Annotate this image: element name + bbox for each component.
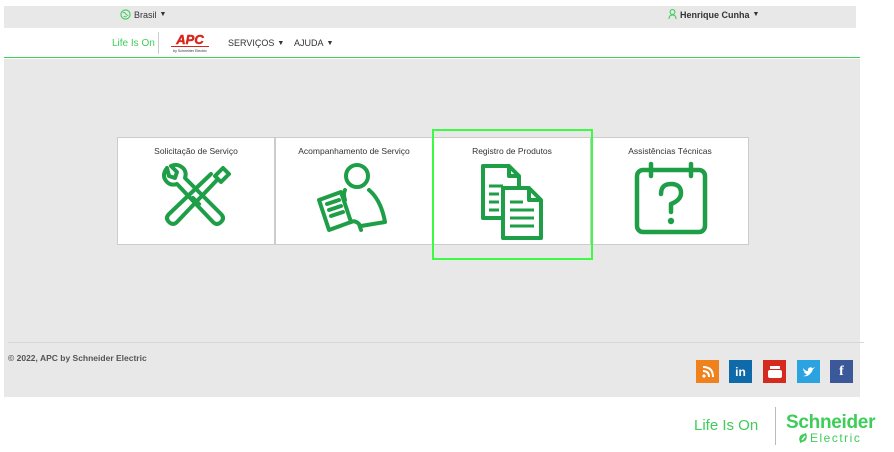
chevron-down-icon: ▼ bbox=[326, 39, 334, 47]
nav-help[interactable]: AJUDA ▼ bbox=[294, 38, 333, 48]
copyright-text: © 2022, APC by Schneider Electric bbox=[8, 353, 147, 363]
globe-icon bbox=[120, 9, 131, 20]
main-content: Solicitação de Serviço Acompanhamento de… bbox=[4, 59, 864, 397]
schneider-logo[interactable]: Life Is On Schneider Electric bbox=[690, 405, 890, 447]
chevron-down-icon: ▼ bbox=[752, 11, 760, 18]
apc-logo[interactable]: APC by Schneider Electric bbox=[167, 32, 213, 54]
youtube-icon[interactable] bbox=[763, 360, 786, 383]
tile-label: Acompanhamento de Serviço bbox=[298, 146, 410, 156]
facebook-icon[interactable]: f bbox=[830, 360, 853, 383]
tile-service-tracking[interactable]: Acompanhamento de Serviço bbox=[275, 137, 433, 245]
user-icon bbox=[668, 9, 677, 20]
logo-divider bbox=[775, 407, 776, 445]
tile-product-registration[interactable]: Registro de Produtos bbox=[433, 137, 591, 245]
tile-label: Solicitação de Serviço bbox=[154, 146, 238, 156]
apc-logo-text: APC bbox=[175, 32, 204, 47]
user-name: Henrique Cunha bbox=[680, 9, 750, 20]
linkedin-icon[interactable]: in bbox=[729, 360, 752, 383]
main-navbar: Life Is On APC by Schneider Electric SER… bbox=[4, 28, 860, 58]
region-label: Brasil bbox=[134, 9, 157, 20]
nav-services-label: SERVIÇOS bbox=[228, 38, 275, 48]
region-selector[interactable]: Brasil ▼ bbox=[120, 9, 166, 20]
chevron-down-icon: ▼ bbox=[277, 39, 285, 47]
tile-technical-assistance[interactable]: Assistências Técnicas bbox=[591, 137, 749, 245]
tools-icon bbox=[162, 162, 231, 226]
person-clipboard-icon bbox=[317, 163, 387, 232]
schneider-mark-icon bbox=[799, 433, 807, 443]
top-bar: Brasil ▼ Henrique Cunha ▼ bbox=[4, 6, 856, 28]
twitter-icon[interactable] bbox=[797, 360, 820, 383]
life-is-on-logo: Life Is On bbox=[112, 38, 155, 49]
nav-help-label: AJUDA bbox=[294, 38, 324, 48]
user-menu[interactable]: Henrique Cunha ▼ bbox=[668, 9, 759, 20]
rss-icon[interactable] bbox=[696, 360, 719, 383]
calendar-question-icon bbox=[634, 161, 708, 235]
tile-label: Registro de Produtos bbox=[472, 146, 552, 156]
apc-logo-subtext: by Schneider Electric bbox=[173, 49, 207, 53]
life-is-on-logo: Life Is On bbox=[694, 417, 759, 434]
nav-services[interactable]: SERVIÇOS ▼ bbox=[228, 38, 284, 48]
chevron-down-icon: ▼ bbox=[159, 11, 167, 18]
schneider-brand-sub: Electric bbox=[810, 431, 862, 445]
tile-label: Assistências Técnicas bbox=[628, 146, 712, 156]
logo-divider bbox=[158, 32, 159, 54]
tile-service-request[interactable]: Solicitação de Serviço bbox=[117, 137, 275, 245]
footer-divider bbox=[8, 342, 864, 343]
documents-icon bbox=[481, 164, 543, 240]
